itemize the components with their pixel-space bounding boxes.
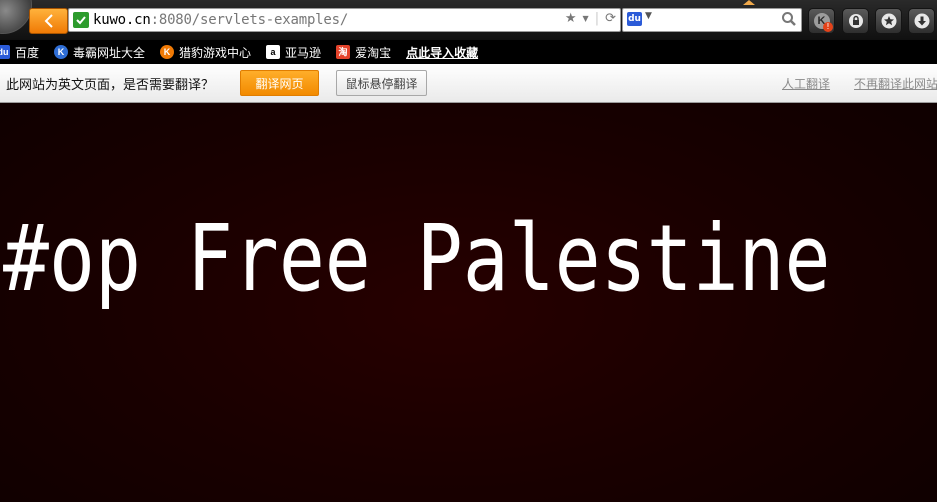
translate-message: 此网站为英文页面，是否需要翻译？ [6, 78, 215, 93]
downloads-button[interactable] [908, 8, 935, 34]
liebao-game-icon: K [160, 45, 175, 59]
page-headline: #op Free Palestine [3, 205, 831, 312]
amazon-icon: a [266, 45, 281, 59]
url-path: :8080/servlets-examples/ [150, 12, 349, 28]
human-translate-link[interactable]: 人工翻译 [782, 75, 830, 92]
magnifier-icon[interactable] [781, 11, 797, 27]
kingsoft-extension-button[interactable]: K ! [808, 8, 835, 34]
bookmark-amazon[interactable]: a 亚马逊 [266, 44, 321, 61]
bookmark-label: 爱淘宝 [355, 45, 392, 60]
address-bar-tools: ★ ▼ | ⟳ [565, 11, 616, 26]
search-box[interactable]: du ▼ [622, 8, 802, 32]
bookmark-liebao-game[interactable]: K 猎豹游戏中心 [160, 44, 251, 61]
bookmark-label: 百度 [15, 45, 40, 60]
address-bar[interactable]: kuwo.cn:8080/servlets-examples/ ★ ▼ | ⟳ [68, 8, 621, 32]
bookmark-label: 猎豹游戏中心 [179, 45, 252, 60]
tab-indicator [743, 0, 755, 5]
translate-infobar: 此网站为英文页面，是否需要翻译？ 翻译网页 鼠标悬停翻译 人工翻译 不再翻译此网… [0, 64, 937, 103]
browser-toolbar: kuwo.cn:8080/servlets-examples/ ★ ▼ | ⟳ … [0, 0, 937, 40]
url-text[interactable]: kuwo.cn:8080/servlets-examples/ [93, 12, 348, 28]
alert-badge: ! [823, 22, 833, 32]
translate-page-button[interactable]: 翻译网页 [240, 70, 319, 96]
import-bookmarks-link[interactable]: 点此导入收藏 [406, 44, 478, 61]
baidu-paw-icon: du [0, 45, 10, 59]
bookmark-baidu[interactable]: du 百度 [0, 44, 39, 61]
taobao-icon: 淘 [336, 45, 351, 59]
chevron-down-icon[interactable]: ▼ [645, 11, 652, 21]
favorites-star-icon [881, 13, 896, 29]
separator: | [594, 11, 600, 26]
browser-menu-orb[interactable] [0, 0, 32, 34]
download-icon [914, 13, 929, 29]
back-button[interactable] [29, 8, 68, 34]
green-check-icon [73, 12, 89, 28]
privacy-lock-button[interactable] [842, 8, 869, 34]
bookmark-label: 亚马逊 [285, 45, 322, 60]
never-translate-link[interactable]: 不再翻译此网站 [854, 75, 937, 92]
chevron-down-icon[interactable]: ▼ [583, 14, 589, 23]
page-content: #op Free Palestine [0, 103, 937, 502]
hover-translate-button[interactable]: 鼠标悬停翻译 [336, 70, 427, 96]
favorites-button[interactable] [875, 8, 902, 34]
bookmark-label: 毒霸网址大全 [73, 45, 146, 60]
bookmark-taobao[interactable]: 淘 爱淘宝 [336, 44, 391, 61]
reload-icon[interactable]: ⟳ [605, 11, 616, 26]
bookmark-duba[interactable]: K 毒霸网址大全 [54, 44, 145, 61]
baidu-paw-icon[interactable]: du [627, 12, 642, 26]
star-icon[interactable]: ★ [565, 11, 577, 26]
bookmarks-bar: du 百度 K 毒霸网址大全 K 猎豹游戏中心 a 亚马逊 淘 爱淘宝 点此导入… [0, 40, 937, 64]
duba-k-icon: K [54, 45, 69, 59]
lock-icon [848, 14, 863, 28]
bookmark-label: 点此导入收藏 [406, 45, 479, 60]
url-host: kuwo.cn [93, 12, 151, 28]
back-arrow-icon [44, 14, 53, 28]
